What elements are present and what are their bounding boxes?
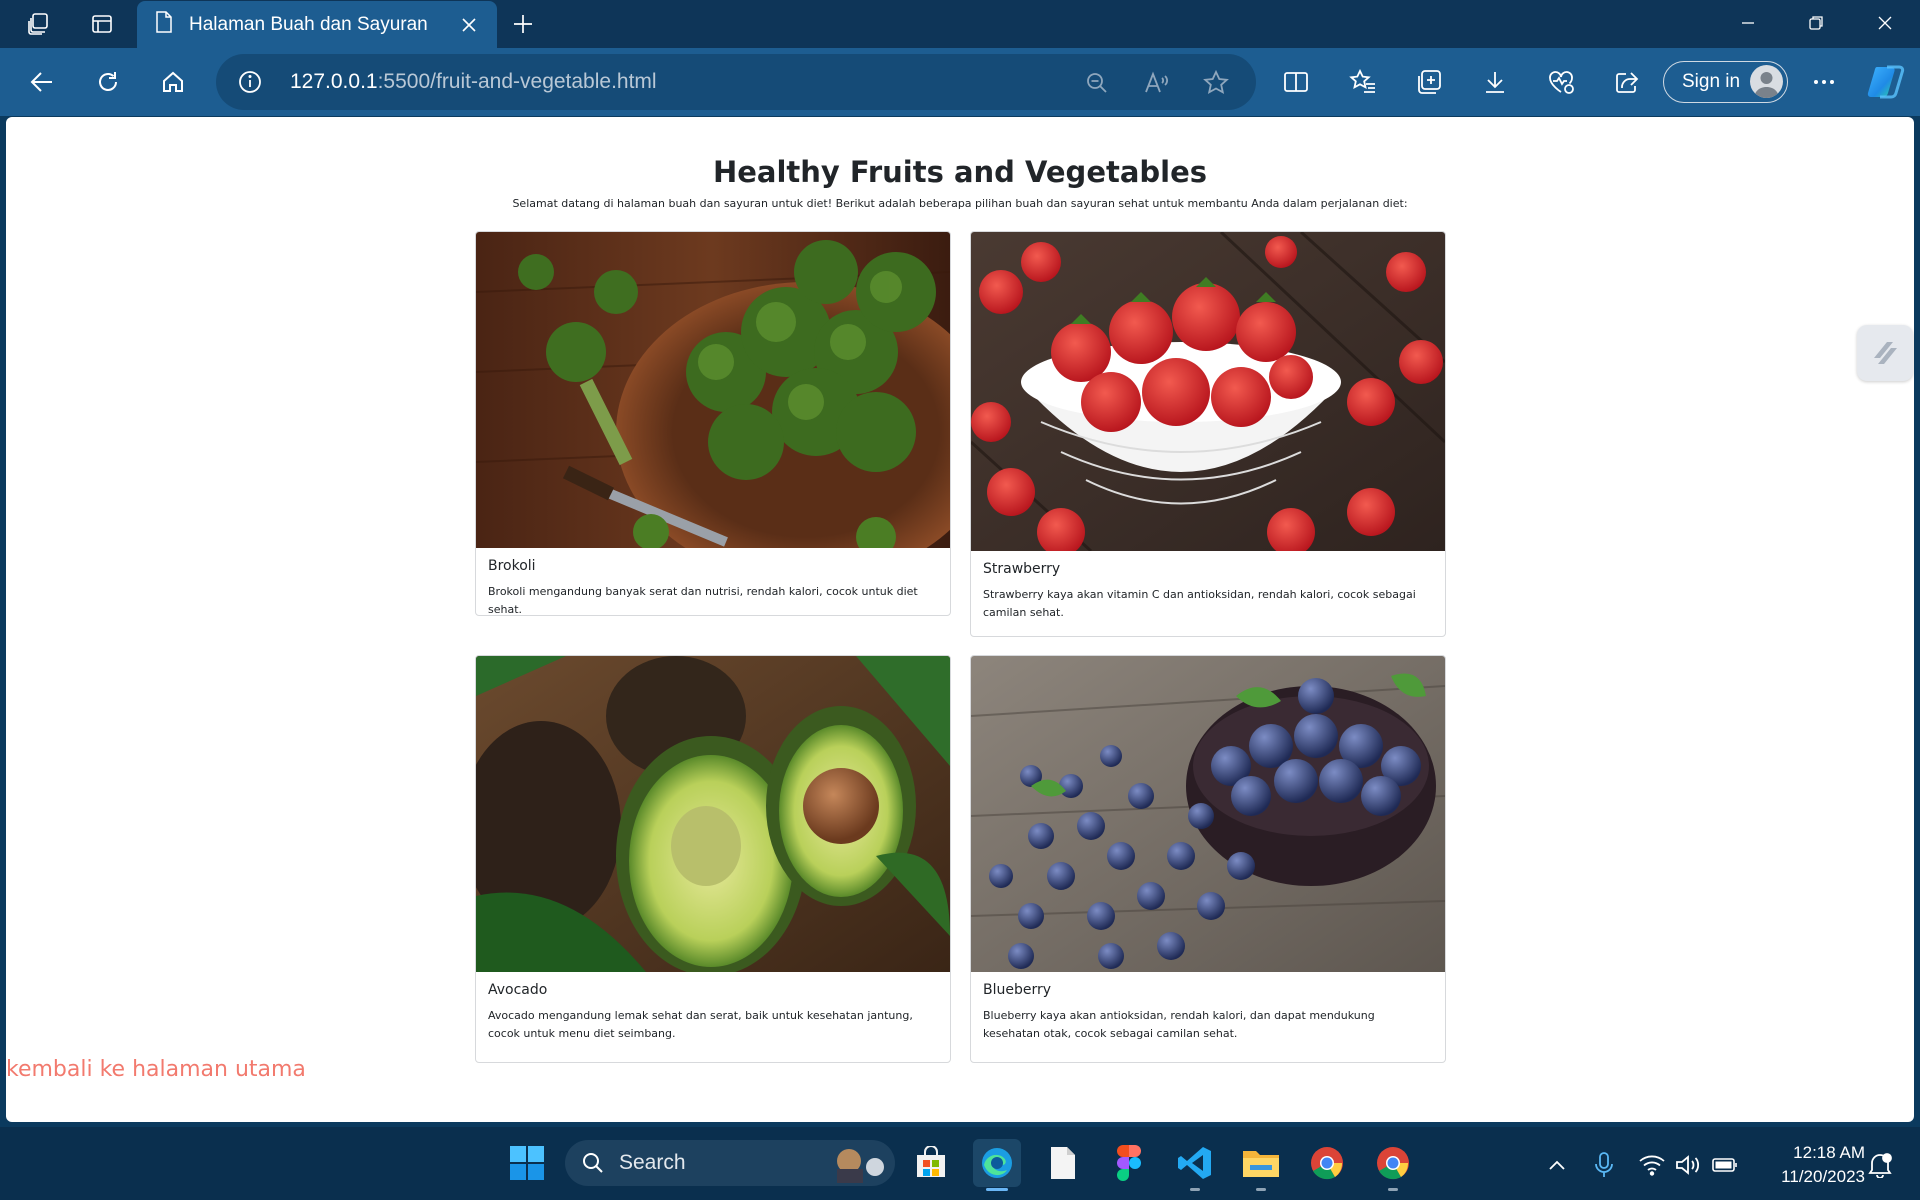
tab-actions-icon[interactable]: [79, 6, 125, 42]
card-strawberry: Strawberry Strawberry kaya akan vitamin …: [970, 231, 1446, 637]
url-path: :5500/fruit-and-vegetable.html: [377, 70, 657, 93]
page-intro: Selamat datang di halaman buah dan sayur…: [512, 197, 1408, 210]
profile-avatar-icon: [1750, 65, 1783, 98]
search-highlight-icon: [837, 1149, 884, 1183]
card-description: Blueberry kaya akan antioksidan, rendah …: [983, 1009, 1375, 1040]
microsoft-store-icon[interactable]: [907, 1139, 955, 1187]
taskbar-clock[interactable]: 12:18 AM 11/20/2023: [1755, 1141, 1865, 1189]
page-title: Healthy Fruits and Vegetables: [712, 155, 1208, 189]
split-screen-icon[interactable]: [1274, 60, 1318, 104]
close-window-icon[interactable]: [1851, 0, 1919, 46]
taskbar: Search 12:18 AM 11/20/2023: [0, 1127, 1920, 1200]
browser-essentials-icon[interactable]: [1539, 60, 1583, 104]
file-icon[interactable]: [1039, 1139, 1087, 1187]
url-host: 127.0.0.1: [290, 70, 378, 93]
chrome-icon-2[interactable]: [1369, 1139, 1417, 1191]
page-icon: [155, 10, 173, 39]
copilot-icon[interactable]: [1864, 60, 1908, 104]
zoom-out-icon[interactable]: [1080, 66, 1114, 100]
microphone-icon[interactable]: [1588, 1149, 1620, 1181]
tab-title: Halaman Buah dan Sayuran: [189, 13, 428, 35]
card-avocado: Avocado Avocado mengandung lemak sehat d…: [475, 655, 951, 1063]
card-description: Strawberry kaya akan vitamin C dan antio…: [983, 588, 1416, 619]
taskbar-search[interactable]: Search: [565, 1140, 895, 1186]
avocado-photo: [476, 656, 950, 972]
more-options-icon[interactable]: [1802, 60, 1846, 104]
file-explorer-icon[interactable]: [1237, 1139, 1285, 1191]
show-hidden-icons-icon[interactable]: [1541, 1149, 1573, 1181]
site-info-icon[interactable]: [236, 68, 264, 96]
broccoli-photo: [476, 232, 950, 548]
sign-in-label: Sign in: [1682, 71, 1741, 92]
collections-icon[interactable]: [1407, 60, 1451, 104]
refresh-icon[interactable]: [86, 60, 130, 104]
favorite-star-icon[interactable]: [1199, 66, 1233, 100]
back-arrow-icon[interactable]: [20, 60, 64, 104]
wifi-icon[interactable]: [1636, 1149, 1668, 1181]
favorites-icon[interactable]: [1341, 60, 1385, 104]
page-viewport: Healthy Fruits and Vegetables Selamat da…: [6, 117, 1914, 1122]
figma-icon[interactable]: [1105, 1139, 1153, 1187]
card-description: Brokoli mengandung banyak serat dan nutr…: [488, 585, 918, 616]
new-tab-icon[interactable]: [503, 6, 543, 42]
edge-browser-icon[interactable]: [973, 1139, 1021, 1191]
restore-icon[interactable]: [1782, 0, 1850, 46]
workspaces-icon[interactable]: [16, 6, 62, 42]
sign-in-button[interactable]: Sign in: [1663, 61, 1788, 103]
card-title: Strawberry: [983, 561, 1061, 577]
home-icon[interactable]: [151, 60, 195, 104]
card-title: Brokoli: [488, 558, 536, 574]
start-windows-icon[interactable]: [503, 1139, 551, 1187]
clock-time: 12:18 AM: [1793, 1143, 1865, 1162]
chrome-icon[interactable]: [1303, 1139, 1351, 1187]
search-icon: [583, 1153, 603, 1173]
share-icon[interactable]: [1605, 60, 1649, 104]
back-to-home-link[interactable]: kembali ke halaman utama: [6, 1057, 306, 1082]
card-title: Blueberry: [983, 982, 1052, 998]
read-aloud-icon[interactable]: [1140, 66, 1174, 100]
blueberry-photo: [971, 656, 1445, 972]
card-blueberry: Blueberry Blueberry kaya akan antioksida…: [970, 655, 1446, 1063]
downloads-icon[interactable]: [1473, 60, 1517, 104]
vscode-icon[interactable]: [1171, 1139, 1219, 1191]
card-brokoli: Brokoli Brokoli mengandung banyak serat …: [475, 231, 951, 616]
address-bar[interactable]: 127.0.0.1:5500/fruit-and-vegetable.html: [216, 54, 1256, 110]
browser-toolbar: 127.0.0.1:5500/fruit-and-vegetable.html …: [0, 48, 1920, 116]
volume-icon[interactable]: [1672, 1149, 1704, 1181]
card-description: Avocado mengandung lemak sehat dan serat…: [488, 1009, 913, 1040]
copilot-sidebar-icon[interactable]: [1857, 325, 1913, 381]
battery-icon[interactable]: [1709, 1149, 1741, 1181]
clock-date: 11/20/2023: [1781, 1167, 1865, 1186]
close-tab-icon[interactable]: [455, 11, 483, 39]
search-label: Search: [619, 1151, 686, 1174]
title-bar: Halaman Buah dan Sayuran: [0, 0, 1920, 48]
strawberry-photo: [971, 232, 1445, 551]
notifications-icon[interactable]: [1864, 1149, 1896, 1181]
minimize-icon[interactable]: [1714, 0, 1782, 46]
url-text[interactable]: 127.0.0.1:5500/fruit-and-vegetable.html: [290, 70, 657, 94]
tab-active[interactable]: Halaman Buah dan Sayuran: [137, 1, 497, 48]
card-title: Avocado: [488, 982, 548, 998]
